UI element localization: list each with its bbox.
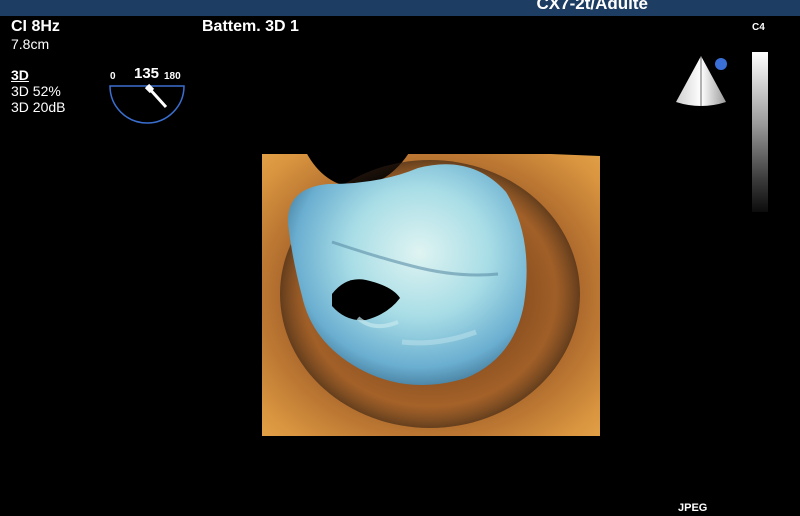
gauge-min-label: 0 bbox=[110, 71, 116, 82]
grayscale-bar bbox=[752, 52, 768, 212]
image-title: Battem. 3D 1 bbox=[202, 18, 299, 35]
gauge-needle-base bbox=[144, 83, 155, 94]
3d-valve-render bbox=[262, 146, 600, 436]
probe-marker-dot bbox=[715, 58, 727, 70]
colormap-label: C4 bbox=[752, 22, 765, 33]
probe-preset-label: CX7-2t/Adulte bbox=[536, 0, 648, 13]
mode-label: 3D bbox=[11, 67, 29, 83]
ci-rate-label: CI 8Hz bbox=[11, 18, 60, 35]
header-bar: CX7-2t/Adulte bbox=[0, 0, 800, 16]
dynamic-range-label: 3D 20dB bbox=[11, 99, 66, 115]
gain-label: 3D 52% bbox=[11, 83, 61, 99]
gauge-arc bbox=[109, 85, 185, 124]
gauge-value-label: 135 bbox=[134, 65, 160, 82]
depth-label: 7.8cm bbox=[11, 36, 50, 52]
gauge-max-label: 180 bbox=[164, 71, 181, 82]
compression-label: JPEG bbox=[678, 502, 708, 514]
probe-orientation-icon bbox=[672, 52, 734, 110]
angle-gauge: 0 135 180 bbox=[108, 64, 186, 126]
